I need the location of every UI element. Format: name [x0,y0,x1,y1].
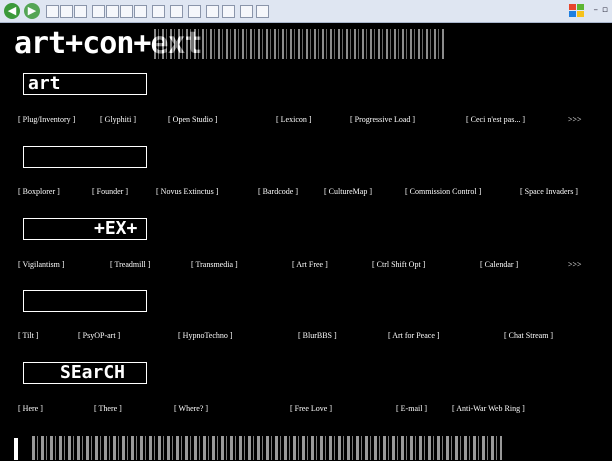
link-transmedia[interactable]: [ Transmedia ] [191,260,238,269]
section-title: +EX+ [94,218,138,239]
link-space-invaders[interactable]: [ Space Invaders ] [520,187,578,196]
windows-logo-icon [568,3,586,19]
section-title: art [28,73,61,94]
link-progressive-load[interactable]: [ Progressive Load ] [350,115,415,124]
link-ctrl-shift-opt[interactable]: [ Ctrl Shift Opt ] [372,260,425,269]
link-here[interactable]: [ Here ] [18,404,43,413]
link-row-3: [ Vigilantism ] [ Treadmill ] [ Transmed… [18,260,598,274]
edit-icon[interactable] [188,5,201,18]
discuss-icon[interactable] [206,5,219,18]
link-open-studio[interactable]: [ Open Studio ] [168,115,218,124]
link-row-2: [ Boxplorer ] [ Founder ] [ Novus Extinc… [18,187,598,201]
link-chat-stream[interactable]: [ Chat Stream ] [504,331,553,340]
link-commission-control[interactable]: [ Commission Control ] [405,187,481,196]
minimize-icon[interactable]: – [594,5,599,15]
banner-noise [154,29,444,59]
link-anti-war-web-ring[interactable]: [ Anti-War Web Ring ] [452,404,525,413]
link-lexicon[interactable]: [ Lexicon ] [276,115,312,124]
forward-arrow-icon: ▶ [27,4,37,17]
forward-button[interactable]: ▶ [24,3,40,19]
link-there[interactable]: [ There ] [94,404,122,413]
print-icon[interactable] [170,5,183,18]
section-header-search: SEarCH [23,362,147,384]
link-more-1[interactable]: >>> [568,115,582,124]
section-header-text: +EX+ [23,218,147,240]
history-icon[interactable] [134,5,147,18]
link-row-4: [ Tilt ] [ PsyOP-art ] [ HypnoTechno ] [… [18,331,598,345]
back-arrow-icon: ◀ [7,4,17,17]
link-ceci-nest-pas[interactable]: [ Ceci n'est pas... ] [466,115,525,124]
stop-icon[interactable] [46,5,59,18]
link-calendar[interactable]: [ Calendar ] [480,260,518,269]
link-blurbbs[interactable]: [ BlurBBS ] [298,331,337,340]
search-icon[interactable] [92,5,105,18]
media-icon[interactable] [120,5,133,18]
link-more-2[interactable]: >>> [568,260,582,269]
extra-tool-icon[interactable] [256,5,269,18]
link-boxplorer[interactable]: [ Boxplorer ] [18,187,60,196]
link-treadmill[interactable]: [ Treadmill ] [110,260,150,269]
browser-toolbar: ◀ ▶ – ▫ [0,0,612,23]
back-button[interactable]: ◀ [4,3,20,19]
link-plug-inventory[interactable]: [ Plug/Inventory ] [18,115,75,124]
link-where[interactable]: [ Where? ] [174,404,208,413]
link-row-5: [ Here ] [ There ] [ Where? ] [ Free Lov… [18,404,598,418]
link-free-love[interactable]: [ Free Love ] [290,404,332,413]
link-glyphiti[interactable]: [ Glyphiti ] [100,115,136,124]
bottom-banner-bar [14,438,18,460]
link-novus-extinctus[interactable]: [ Novus Extinctus ] [156,187,218,196]
section-header-art: art [23,73,147,95]
link-psyop-art[interactable]: [ PsyOP-art ] [78,331,120,340]
link-tilt[interactable]: [ Tilt ] [18,331,38,340]
favorites-icon[interactable] [106,5,119,18]
refresh-icon[interactable] [60,5,73,18]
link-bardcode[interactable]: [ Bardcode ] [258,187,298,196]
bottom-banner [14,433,514,461]
link-e-mail[interactable]: [ E-mail ] [396,404,427,413]
link-vigilantism[interactable]: [ Vigilantism ] [18,260,64,269]
bottom-banner-noise [32,436,502,460]
messenger-icon[interactable] [222,5,235,18]
section-header-blank-1 [23,146,147,168]
section-title: SEarCH [60,362,126,383]
section-header-blank-2 [23,290,147,312]
mail-icon[interactable] [152,5,165,18]
restore-icon[interactable]: ▫ [602,5,608,15]
link-art-free[interactable]: [ Art Free ] [292,260,328,269]
link-founder[interactable]: [ Founder ] [92,187,128,196]
link-art-for-peace[interactable]: [ Art for Peace ] [388,331,440,340]
link-hypnotechno[interactable]: [ HypnoTechno ] [178,331,233,340]
research-icon[interactable] [240,5,253,18]
home-icon[interactable] [74,5,87,18]
link-culturemap[interactable]: [ CultureMap ] [324,187,372,196]
link-row-1: [ Plug/Inventory ] [ Glyphiti ] [ Open S… [18,115,598,129]
